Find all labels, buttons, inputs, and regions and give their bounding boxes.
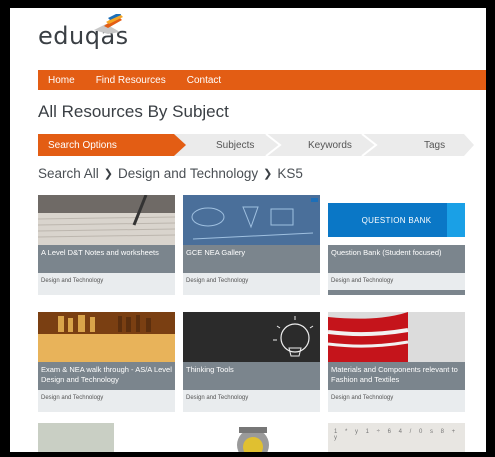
card-title: GCE NEA Gallery — [183, 245, 320, 273]
card-category: Design and Technology — [41, 395, 104, 401]
tab-subjects-label: Subjects — [216, 139, 255, 151]
tab-keywords[interactable]: Keywords — [308, 134, 352, 156]
card-category: Design and Technology — [331, 395, 394, 401]
card-image — [183, 195, 320, 245]
logo-book-icon — [94, 14, 123, 34]
banner-accent — [447, 203, 465, 237]
resource-card[interactable] — [183, 423, 320, 452]
card-title: Thinking Tools — [183, 362, 320, 390]
page: eduqas Home Find Resources Contact All R… — [10, 8, 486, 452]
active-tab-arrow — [174, 134, 186, 156]
breadcrumb-stage: KS5 — [277, 166, 303, 181]
main-nav: Home Find Resources Contact — [38, 70, 486, 90]
card-category: Design and Technology — [186, 395, 249, 401]
card-footer-strip — [328, 290, 465, 295]
resource-card[interactable]: Materials and Components relevant to Fas… — [328, 312, 465, 412]
card-title: Exam & NEA walk through - AS/A Level Des… — [38, 362, 175, 390]
breadcrumb-search-all[interactable]: Search All — [38, 166, 99, 181]
resource-card[interactable]: A Level D&T Notes and worksheets Design … — [38, 195, 175, 295]
tab-search-options-label: Search Options — [48, 139, 117, 151]
eduqas-logo[interactable]: eduqas — [38, 14, 129, 50]
card-image — [38, 312, 175, 362]
resource-card[interactable] — [38, 423, 175, 452]
resource-card[interactable]: Thinking Tools Design and Technology — [183, 312, 320, 412]
card-category: Design and Technology — [41, 278, 104, 284]
card-image: QUESTION BANK — [328, 195, 465, 245]
tab-subjects[interactable]: Subjects — [216, 134, 254, 156]
nav-home[interactable]: Home — [48, 75, 75, 86]
card-category: Design and Technology — [186, 278, 249, 284]
card-category: Design and Technology — [331, 278, 394, 284]
question-bank-banner: QUESTION BANK — [328, 203, 465, 237]
resource-card[interactable]: Exam & NEA walk through - AS/A Level Des… — [38, 312, 175, 412]
search-steps: Search Options Subjects Keywords Tags — [38, 134, 474, 156]
tab-keywords-label: Keywords — [308, 139, 352, 151]
card-image — [183, 312, 320, 362]
chevron-divider-icon — [265, 134, 282, 156]
chevron-right-icon: ❯ — [103, 168, 114, 180]
card-image — [328, 312, 465, 362]
breadcrumb: Search All ❯ Design and Technology ❯ KS5 — [38, 166, 303, 181]
resource-card[interactable]: 1 * y 1 ÷ 6 4 / 0 s 8 + y — [328, 423, 465, 452]
card-image — [237, 427, 269, 452]
nav-find-resources[interactable]: Find Resources — [96, 75, 166, 86]
resource-card[interactable]: QUESTION BANK Question Bank (Student foc… — [328, 195, 465, 295]
tab-search-options[interactable]: Search Options — [38, 134, 174, 156]
chevron-right-icon: ❯ — [263, 168, 273, 180]
breadcrumb-subject[interactable]: Design and Technology — [118, 166, 258, 181]
tab-tags-label: Tags — [424, 139, 446, 151]
card-title: Question Bank (Student focused) — [328, 245, 465, 273]
steps-end-arrow — [464, 134, 474, 156]
chevron-divider-icon — [361, 134, 378, 156]
card-image — [38, 423, 114, 452]
card-title: Materials and Components relevant to Fas… — [328, 362, 465, 390]
card-image — [38, 195, 175, 245]
resource-card[interactable]: GCE NEA Gallery Design and Technology — [183, 195, 320, 295]
tab-tags[interactable]: Tags — [424, 134, 445, 156]
card-title: A Level D&T Notes and worksheets — [38, 245, 175, 273]
banner-text: QUESTION BANK — [361, 215, 432, 225]
card-image: 1 * y 1 ÷ 6 4 / 0 s 8 + y — [334, 429, 459, 441]
page-title: All Resources By Subject — [38, 102, 229, 121]
nav-contact[interactable]: Contact — [187, 75, 221, 86]
